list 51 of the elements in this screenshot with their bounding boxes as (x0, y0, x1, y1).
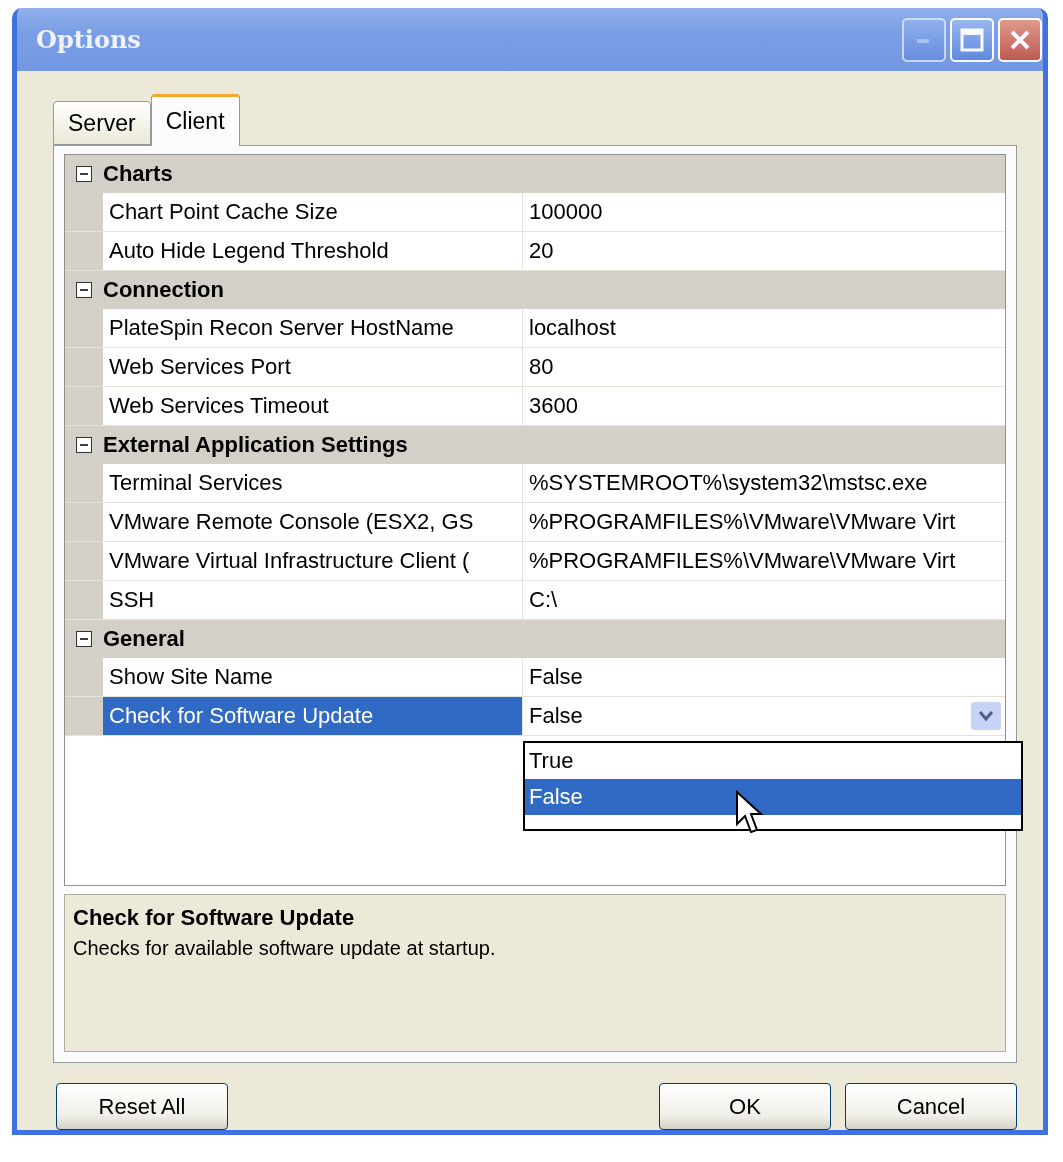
minimize-icon (917, 36, 931, 43)
category-row[interactable]: Charts (65, 155, 1005, 193)
category-name: General (103, 626, 185, 652)
dialog-button[interactable]: OK (659, 1083, 831, 1130)
property-value: False (529, 703, 583, 729)
category-row[interactable]: General (65, 620, 1005, 658)
collapse-icon[interactable] (76, 437, 92, 453)
row-gutter (65, 503, 103, 541)
property-value[interactable]: 80 (523, 348, 1005, 386)
value-combo[interactable]: False (523, 697, 1005, 735)
row-gutter (65, 581, 103, 619)
property-value[interactable]: False (523, 658, 1005, 696)
property-value[interactable]: 3600 (523, 387, 1005, 425)
close-button[interactable] (998, 17, 1042, 62)
maximize-button[interactable] (950, 17, 994, 62)
category-name: External Application Settings (103, 432, 408, 458)
property-name[interactable]: Check for Software Update (103, 697, 523, 735)
collapse-icon[interactable] (76, 631, 92, 647)
category-row[interactable]: External Application Settings (65, 426, 1005, 464)
row-gutter (65, 697, 103, 735)
row-gutter (65, 658, 103, 696)
category-row[interactable]: Connection (65, 271, 1005, 309)
row-gutter (65, 542, 103, 580)
description-text: Checks for available software update at startup. (73, 937, 497, 960)
collapse-icon[interactable] (76, 282, 92, 298)
property-value[interactable]: 100000 (523, 193, 1005, 231)
chevron-down-icon (978, 710, 994, 722)
row-gutter (65, 309, 103, 347)
tab[interactable]: Server (53, 101, 151, 145)
dropdown-option[interactable]: False (525, 779, 1021, 815)
window-title: Options (36, 25, 142, 54)
property-value[interactable]: %PROGRAMFILES%\VMware\VMware Virt (523, 503, 1005, 541)
property-value[interactable]: C:\ (523, 581, 1005, 619)
dialog-button[interactable]: Reset All (56, 1083, 228, 1130)
row-gutter (65, 232, 103, 270)
row-gutter (65, 387, 103, 425)
row-gutter (65, 348, 103, 386)
row-gutter (65, 193, 103, 231)
category-name: Charts (103, 161, 173, 187)
collapse-icon[interactable] (76, 166, 92, 182)
property-value[interactable]: 20 (523, 232, 1005, 270)
dropdown-button[interactable] (971, 702, 1001, 730)
row-gutter (65, 464, 103, 502)
category-name: Connection (103, 277, 224, 303)
property-value[interactable]: %PROGRAMFILES%\VMware\VMware Virt (523, 542, 1005, 580)
property-value[interactable]: localhost (523, 309, 1005, 347)
description-title: Check for Software Update (73, 905, 356, 931)
property-value[interactable]: %SYSTEMROOT%\system32\mstsc.exe (523, 464, 1005, 502)
maximize-icon (960, 27, 984, 52)
tab[interactable]: Client (150, 94, 240, 146)
dialog-button[interactable]: Cancel (845, 1083, 1017, 1130)
